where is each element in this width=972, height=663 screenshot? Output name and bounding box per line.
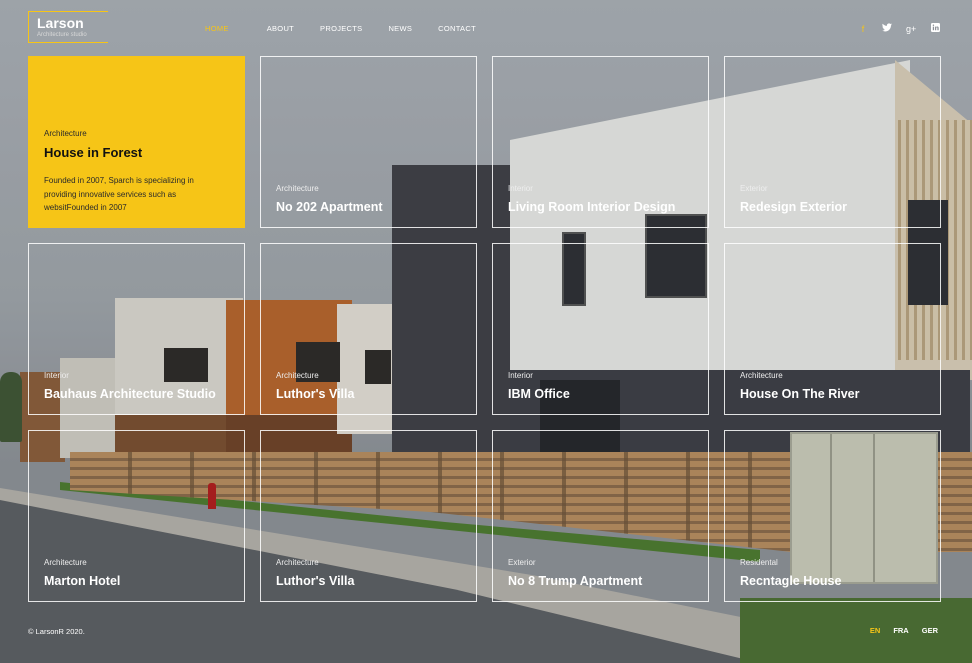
twitter-icon[interactable] xyxy=(882,23,892,34)
social-links: f g+ xyxy=(858,23,940,34)
copyright-text: © LarsonR 2020. xyxy=(28,627,85,636)
google-plus-icon[interactable]: g+ xyxy=(906,24,916,34)
lang-fra[interactable]: FRA xyxy=(893,626,908,635)
main-nav: HOME ABOUT PROJECTS NEWS CONTACT xyxy=(205,24,476,33)
project-category: Residental xyxy=(740,558,778,567)
lang-ger[interactable]: GER xyxy=(922,626,938,635)
project-title: Recntagle House xyxy=(740,574,842,588)
project-category: Architecture xyxy=(740,371,783,380)
project-title: Redesign Exterior xyxy=(740,200,847,214)
nav-about[interactable]: ABOUT xyxy=(267,24,294,33)
nav-contact[interactable]: CONTACT xyxy=(438,24,476,33)
project-category: Architecture xyxy=(44,558,87,567)
nav-news[interactable]: NEWS xyxy=(388,24,412,33)
project-title: Bauhaus Architecture Studio xyxy=(44,387,216,401)
project-category: Architecture xyxy=(276,184,319,193)
project-category: Architecture xyxy=(276,558,319,567)
project-card[interactable]: Residental Recntagle House xyxy=(724,430,941,602)
project-title: Living Room Interior Design xyxy=(508,200,676,214)
facebook-icon[interactable]: f xyxy=(858,24,868,34)
project-category: Architecture xyxy=(276,371,319,380)
project-title: No 8 Trump Apartment xyxy=(508,574,643,588)
project-category: Exterior xyxy=(508,558,536,567)
language-switcher: EN FRA GER xyxy=(870,626,938,635)
nav-projects[interactable]: PROJECTS xyxy=(320,24,362,33)
project-title: Luthor's Villa xyxy=(276,387,355,401)
project-category: Architecture xyxy=(44,129,87,138)
project-card[interactable]: Architecture House On The River xyxy=(724,243,941,415)
logo[interactable]: Larson Architecture studio xyxy=(28,11,108,43)
project-card[interactable]: Interior Bauhaus Architecture Studio xyxy=(28,243,245,415)
project-card[interactable]: Architecture Marton Hotel xyxy=(28,430,245,602)
project-category: Interior xyxy=(508,371,533,380)
project-card[interactable]: Exterior No 8 Trump Apartment xyxy=(492,430,709,602)
logo-title: Larson xyxy=(37,15,84,31)
project-card[interactable]: Architecture No 202 Apartment xyxy=(260,56,477,228)
project-title: Luthor's Villa xyxy=(276,574,355,588)
project-title: IBM Office xyxy=(508,387,570,401)
project-card[interactable]: Architecture Luthor's Villa xyxy=(260,243,477,415)
project-card[interactable]: Architecture Luthor's Villa xyxy=(260,430,477,602)
project-description: Founded in 2007, Sparch is specializing … xyxy=(44,176,194,212)
project-category: Exterior xyxy=(740,184,768,193)
project-title: House On The River xyxy=(740,387,860,401)
project-card[interactable]: Interior Living Room Interior Design xyxy=(492,56,709,228)
project-title: Marton Hotel xyxy=(44,574,121,588)
project-category: Interior xyxy=(508,184,533,193)
project-category: Interior xyxy=(44,371,69,380)
logo-tagline: Architecture studio xyxy=(37,32,87,38)
project-title: House in Forest xyxy=(44,145,143,160)
project-grid: Architecture House in Forest Founded in … xyxy=(28,56,941,602)
project-card[interactable]: Interior IBM Office xyxy=(492,243,709,415)
nav-home[interactable]: HOME xyxy=(205,24,229,33)
project-card-featured[interactable]: Architecture House in Forest Founded in … xyxy=(28,56,245,228)
project-card[interactable]: Exterior Redesign Exterior xyxy=(724,56,941,228)
project-title: No 202 Apartment xyxy=(276,200,383,214)
lang-en[interactable]: EN xyxy=(870,626,880,635)
linkedin-icon[interactable] xyxy=(930,23,940,34)
